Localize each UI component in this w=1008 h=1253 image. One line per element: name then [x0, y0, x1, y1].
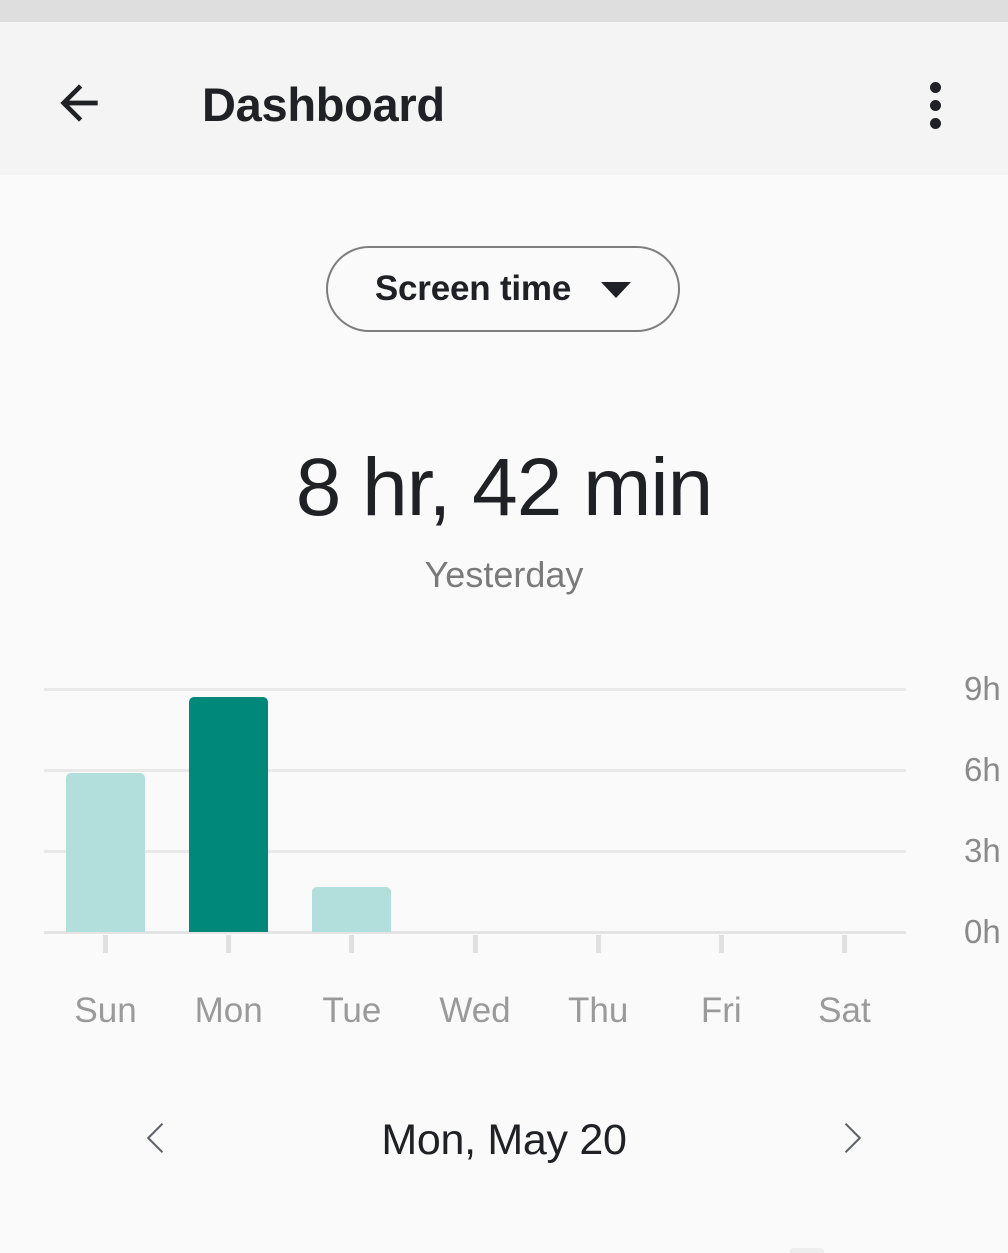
dashboard-content: Screen time 8 hr, 42 min Yesterday 0h 3h 6… — [0, 175, 1008, 1253]
chart-x-tick — [349, 935, 355, 953]
date-navigation: Mon, May 20 — [0, 1085, 1008, 1195]
more-vert-icon — [929, 81, 941, 93]
chart-x-label-sun[interactable]: Sun — [44, 991, 167, 1031]
chart-x-tick — [226, 935, 232, 953]
more-vert-icon-dot — [929, 99, 941, 111]
chart-y-axis-label: 0h — [964, 913, 1001, 950]
chart-bar-sun[interactable] — [66, 772, 146, 932]
chevron-right-icon — [829, 1116, 873, 1165]
chart-x-label-sat[interactable]: Sat — [783, 991, 906, 1031]
back-button[interactable] — [44, 74, 114, 136]
page-title: Dashboard — [202, 78, 445, 131]
chevron-down-icon — [601, 282, 632, 298]
current-date-label: Mon, May 20 — [381, 1116, 627, 1164]
chart-x-label-fri[interactable]: Fri — [660, 991, 783, 1031]
chart-x-tick — [595, 935, 601, 953]
chart-gridline — [44, 769, 906, 772]
chart-axis-line — [44, 931, 906, 934]
chevron-left-icon — [135, 1116, 179, 1165]
chart-x-tick — [103, 935, 109, 953]
status-bar — [0, 0, 1008, 22]
chart-y-axis-label: 3h — [964, 832, 1001, 869]
chart-x-tick — [841, 935, 847, 953]
chart-x-label-thu[interactable]: Thu — [537, 991, 660, 1031]
chart-y-axis-label: 6h — [964, 751, 1001, 788]
chart-plot-area: 0h 3h 6h 9h Sun Mon Tue Wed Thu Fri Sat — [44, 672, 1001, 1030]
chart-x-label-wed[interactable]: Wed — [413, 991, 536, 1031]
chart-x-tick — [472, 935, 478, 953]
more-vert-icon-dot — [929, 117, 941, 129]
app-bar: Dashboard — [0, 22, 1008, 175]
chart-y-axis-label: 9h — [964, 670, 1001, 707]
usage-bar-chart: 0h 3h 6h 9h Sun Mon Tue Wed Thu Fri Sat — [0, 655, 1008, 1030]
next-day-button[interactable] — [812, 1096, 890, 1184]
metric-filter-label: Screen time — [374, 269, 572, 308]
previous-day-button[interactable] — [118, 1096, 196, 1184]
offscreen-content-sliver — [790, 1248, 824, 1253]
overflow-menu-button[interactable] — [903, 74, 967, 136]
chart-bar-tue[interactable] — [312, 887, 392, 932]
chart-x-tick — [718, 935, 724, 953]
chart-gridline — [44, 850, 906, 853]
chart-bar-mon[interactable] — [189, 697, 269, 932]
chart-x-label-tue[interactable]: Tue — [290, 991, 413, 1031]
arrow-back-icon — [51, 75, 107, 136]
summary-subtitle: Yesterday — [424, 554, 584, 595]
chart-x-label-mon[interactable]: Mon — [167, 991, 290, 1031]
summary-value: 8 hr, 42 min — [295, 442, 713, 533]
metric-filter-chip[interactable]: Screen time — [326, 246, 680, 332]
chart-gridline — [44, 688, 906, 691]
